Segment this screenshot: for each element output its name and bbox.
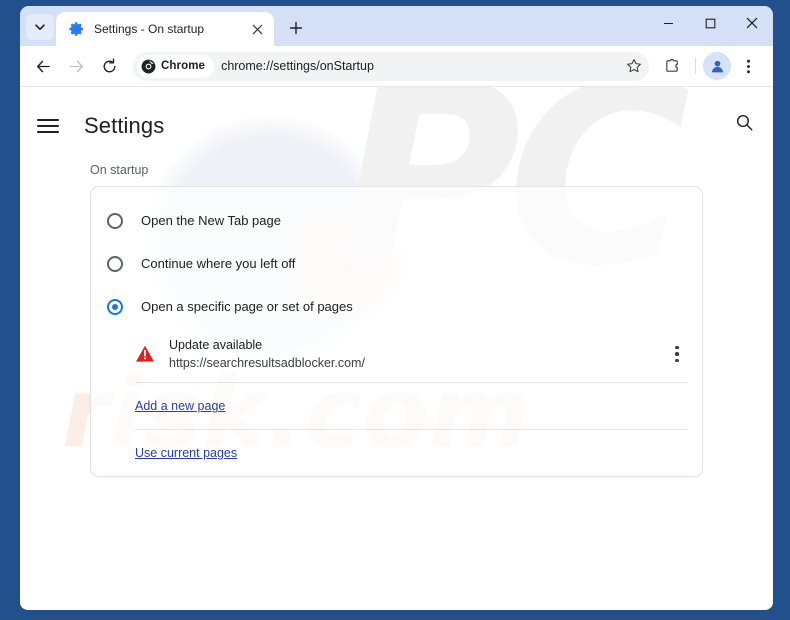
chevron-down-icon — [35, 24, 45, 30]
close-icon — [746, 17, 758, 29]
browser-toolbar: Chrome chrome://settings/onStartup — [20, 46, 773, 87]
search-icon — [736, 114, 752, 130]
star-icon — [626, 59, 641, 73]
close-window-button[interactable] — [731, 6, 773, 40]
startup-option-specific-pages[interactable]: Open a specific page or set of pages — [91, 285, 702, 328]
use-current-pages-row[interactable]: Use current pages — [91, 430, 702, 476]
bookmark-button[interactable] — [620, 53, 647, 80]
page-title: Settings — [84, 113, 165, 138]
forward-arrow-icon — [70, 60, 84, 72]
add-new-page-row[interactable]: Add a new page — [91, 383, 702, 429]
tab-title: Settings - On startup — [94, 22, 205, 36]
maximize-button[interactable] — [689, 6, 731, 40]
startup-option-continue[interactable]: Continue where you left off — [91, 242, 702, 285]
extensions-puzzle-icon — [666, 58, 678, 72]
startup-page-title: Update available — [169, 338, 263, 352]
radio-button-selected[interactable] — [107, 298, 123, 315]
close-icon — [252, 24, 262, 34]
settings-page: PC risk.com Settings On startup — [20, 87, 773, 609]
use-current-pages-link[interactable]: Use current pages — [135, 446, 237, 460]
address-bar-url: chrome://settings/onStartup — [221, 59, 374, 73]
forward-button[interactable] — [61, 51, 92, 82]
profile-avatar-icon — [711, 60, 723, 72]
chrome-logo-icon — [141, 59, 156, 73]
startup-page-more-actions[interactable] — [664, 339, 690, 369]
settings-header: Settings — [20, 87, 773, 145]
browser-tab[interactable]: Settings - On startup — [56, 12, 274, 46]
tab-search-button[interactable] — [26, 14, 54, 40]
radio-button[interactable] — [107, 212, 123, 229]
browser-menu-button[interactable] — [733, 51, 764, 82]
tab-strip: Settings - On startup — [20, 6, 773, 46]
section-label: On startup — [90, 163, 149, 177]
startup-option-label: Continue where you left off — [141, 256, 296, 271]
settings-search-button[interactable] — [729, 107, 759, 137]
radio-button[interactable] — [107, 255, 123, 272]
back-button[interactable] — [28, 51, 59, 82]
minimize-icon — [663, 22, 673, 24]
chrome-chip[interactable]: Chrome — [137, 54, 215, 78]
window-controls — [647, 6, 773, 40]
startup-option-new-tab[interactable]: Open the New Tab page — [91, 199, 702, 242]
omnibox-actions — [620, 53, 649, 80]
back-arrow-icon — [36, 60, 50, 72]
address-bar[interactable]: Chrome chrome://settings/onStartup — [133, 51, 649, 81]
startup-page-url: https://searchresultsadblocker.com/ — [169, 356, 365, 371]
extensions-button[interactable] — [657, 51, 688, 82]
hamburger-menu-icon[interactable] — [37, 114, 61, 138]
toolbar-divider — [695, 58, 696, 74]
minimize-button[interactable] — [647, 6, 689, 40]
startup-option-label: Open the New Tab page — [141, 213, 281, 228]
startup-page-entry: Update available https://searchresultsad… — [91, 328, 702, 382]
chrome-chip-label: Chrome — [161, 60, 206, 72]
startup-option-label: Open a specific page or set of pages — [141, 299, 353, 314]
maximize-icon — [705, 18, 715, 28]
close-tab-icon[interactable] — [248, 20, 266, 38]
startup-options-card: Open the New Tab page Continue where you… — [90, 186, 703, 478]
three-dot-menu-icon — [747, 59, 750, 73]
window-frame: Settings - On startup Chrome chrome://se… — [0, 0, 790, 620]
reload-icon — [103, 58, 116, 72]
profile-button[interactable] — [703, 52, 731, 80]
startup-page-text: Update available https://searchresultsad… — [169, 336, 650, 372]
reload-button[interactable] — [94, 51, 125, 82]
warning-triangle-icon — [136, 345, 154, 362]
browser-window: Settings - On startup Chrome chrome://se… — [20, 6, 773, 610]
add-new-page-link[interactable]: Add a new page — [135, 399, 225, 413]
plus-icon — [289, 21, 303, 35]
new-tab-button[interactable] — [282, 14, 310, 42]
settings-gear-icon — [69, 22, 83, 36]
